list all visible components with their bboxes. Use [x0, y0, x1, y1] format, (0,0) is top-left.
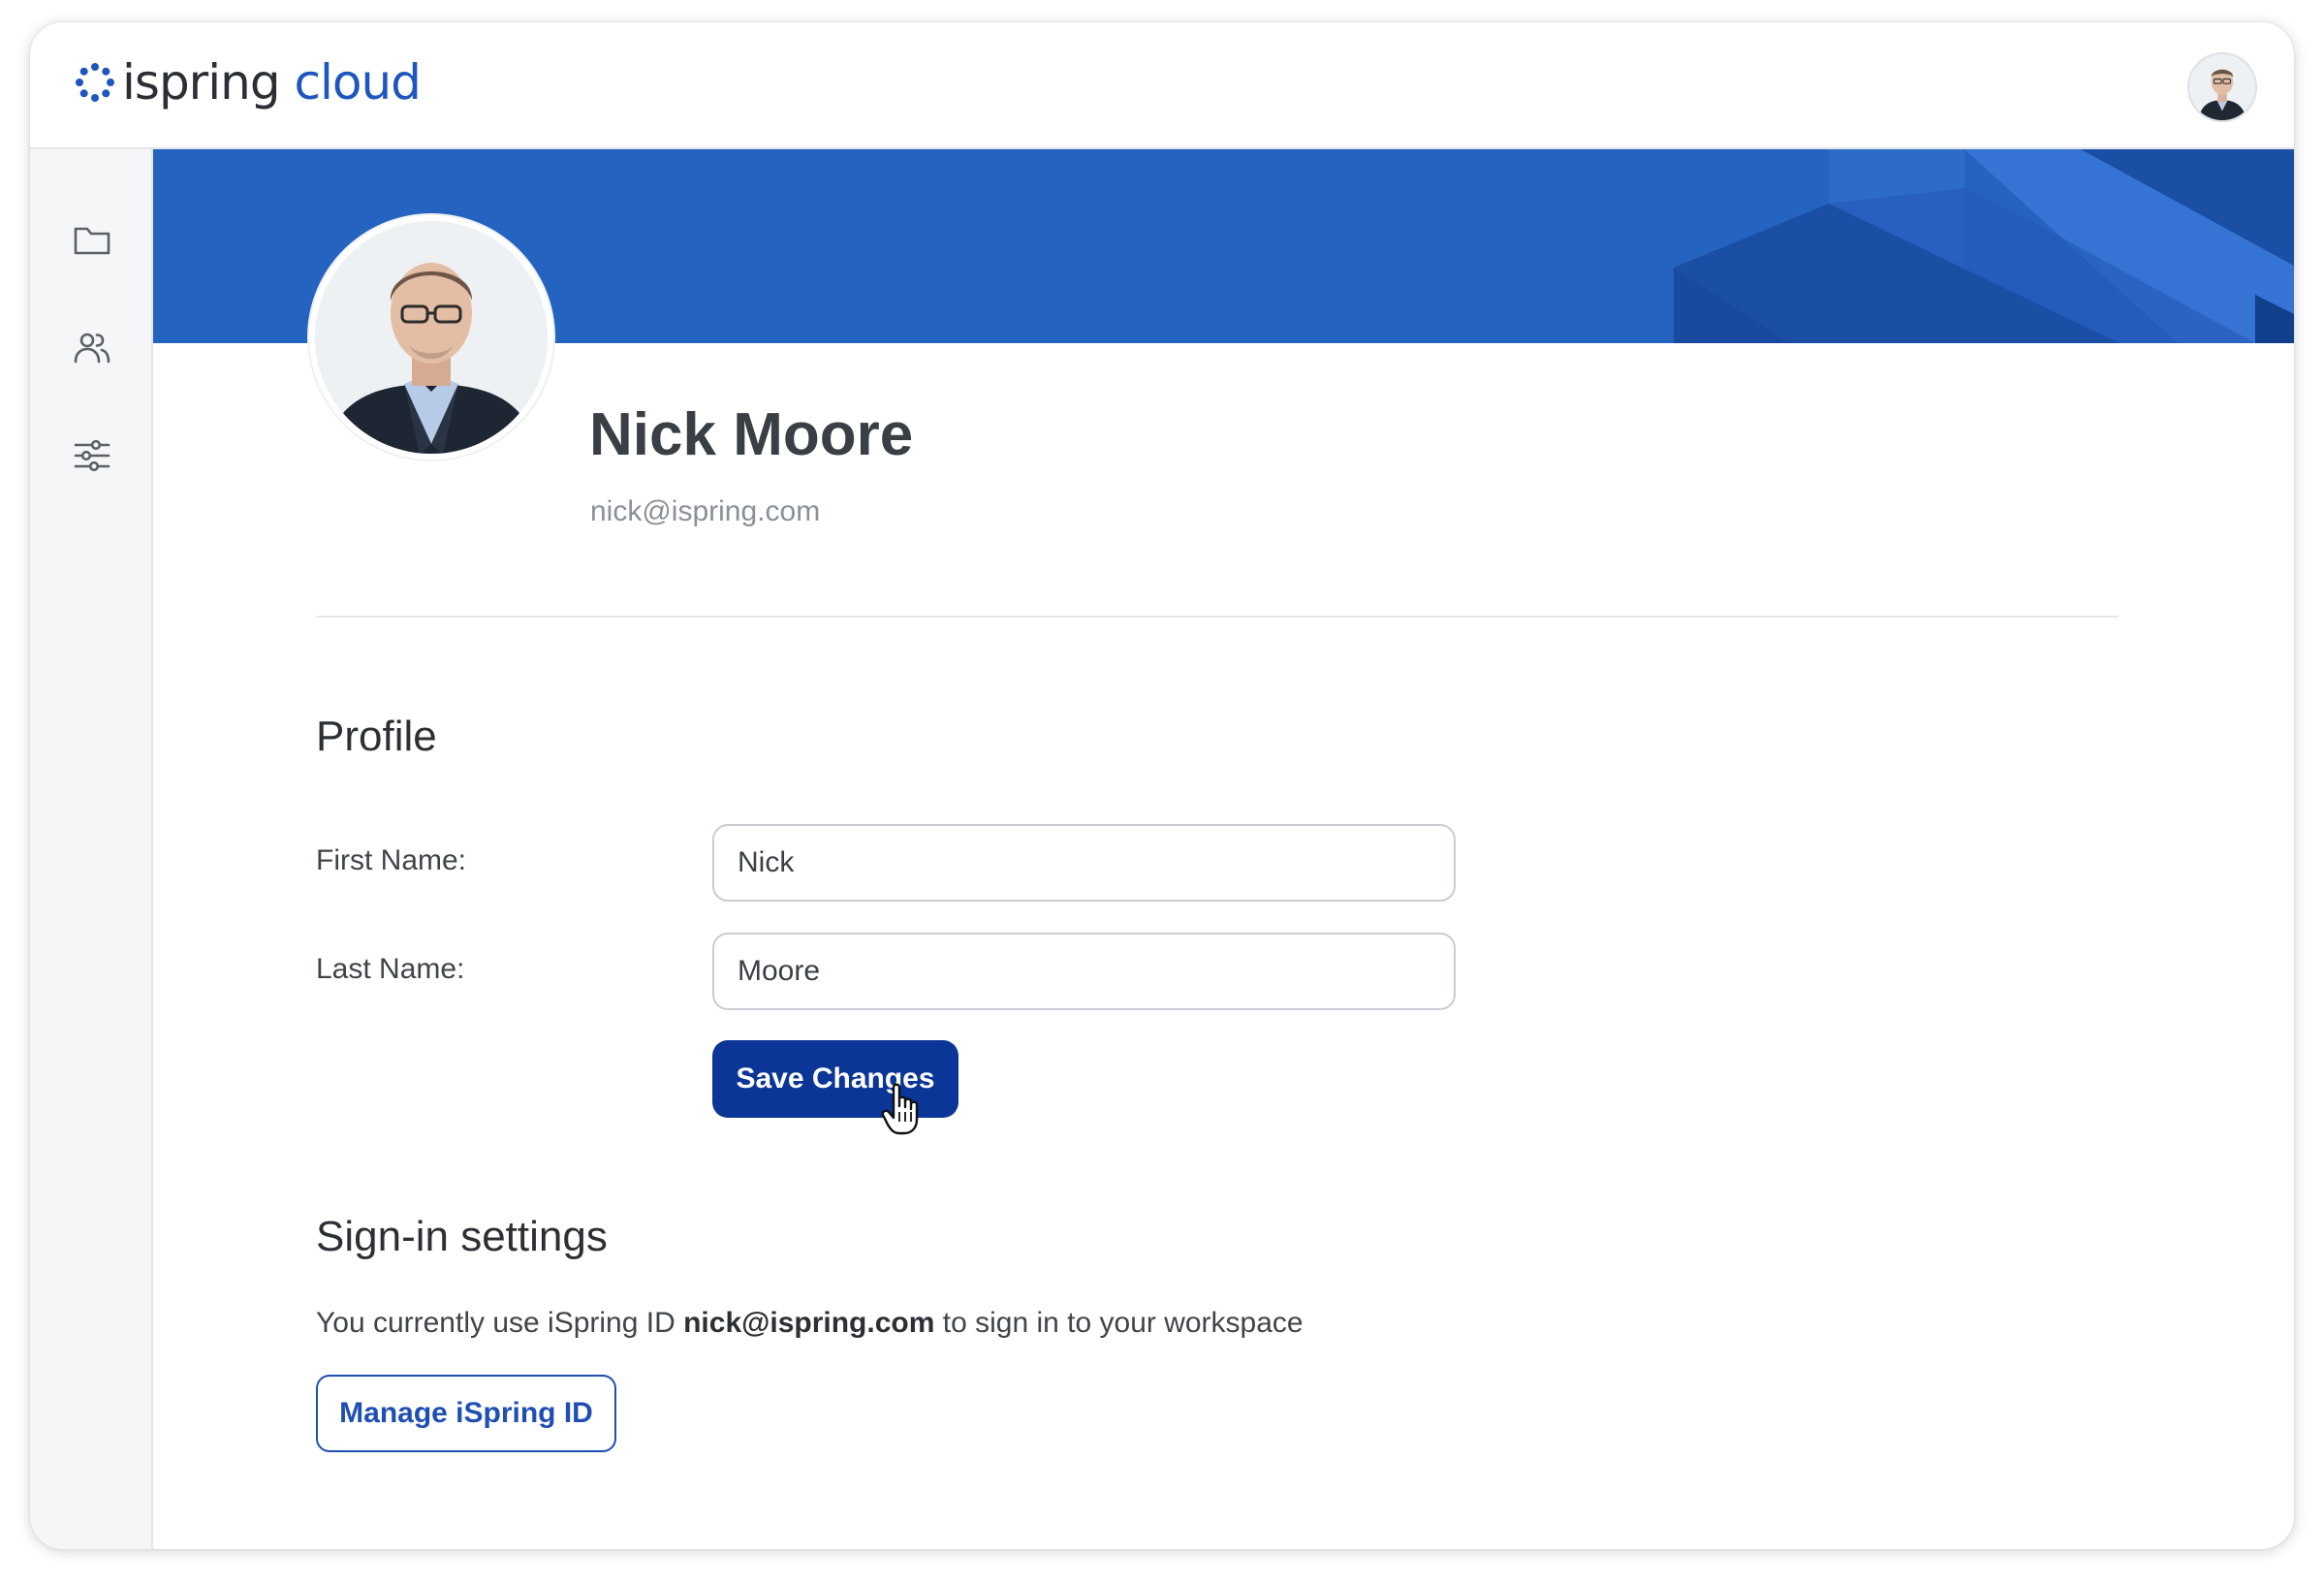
header-divider — [316, 616, 2119, 618]
user-full-name: Nick Moore — [589, 401, 914, 468]
first-name-label: First Name: — [316, 844, 467, 876]
users-icon — [74, 333, 110, 364]
main-content: Nick Moore nick@ispring.com Profile Firs… — [153, 149, 2294, 1549]
ispring-cloud-logo[interactable]: ispring cloud — [74, 53, 422, 111]
header-user-avatar[interactable] — [2187, 52, 2257, 122]
profile-section-title: Profile — [316, 713, 437, 760]
sidebar-item-settings[interactable] — [55, 419, 129, 492]
signin-description: You currently use iSpring ID nick@isprin… — [316, 1309, 1303, 1338]
avatar-photo-icon — [2189, 54, 2255, 120]
last-name-input[interactable] — [712, 933, 1456, 1010]
ispring-logo-icon — [76, 63, 114, 102]
signin-text-before: You currently use iSpring ID — [316, 1307, 684, 1339]
manage-ispring-id-button[interactable]: Manage iSpring ID — [316, 1375, 616, 1452]
top-header: ispring cloud — [30, 22, 2294, 149]
signin-email: nick@ispring.com — [683, 1307, 935, 1339]
logo-wordmark: ispring cloud — [122, 54, 422, 111]
signin-section-title: Sign-in settings — [316, 1213, 608, 1260]
user-email: nick@ispring.com — [590, 495, 821, 527]
sidebar-item-content[interactable] — [55, 204, 129, 277]
banner-decoration-icon — [1674, 149, 2294, 343]
sidebar-item-users[interactable] — [55, 311, 129, 385]
save-changes-button[interactable]: Save Changes — [712, 1040, 958, 1118]
signin-text-after: to sign in to your workspace — [934, 1307, 1303, 1339]
last-name-label: Last Name: — [316, 953, 465, 985]
sliders-icon — [74, 439, 110, 472]
left-sidebar — [30, 149, 153, 1549]
user-portrait-icon — [315, 221, 548, 454]
app-window: ispring cloud Nick Moore nick@ispring.co… — [30, 22, 2294, 1549]
folder-icon — [74, 227, 110, 255]
first-name-input[interactable] — [712, 824, 1456, 902]
profile-photo — [309, 215, 553, 460]
